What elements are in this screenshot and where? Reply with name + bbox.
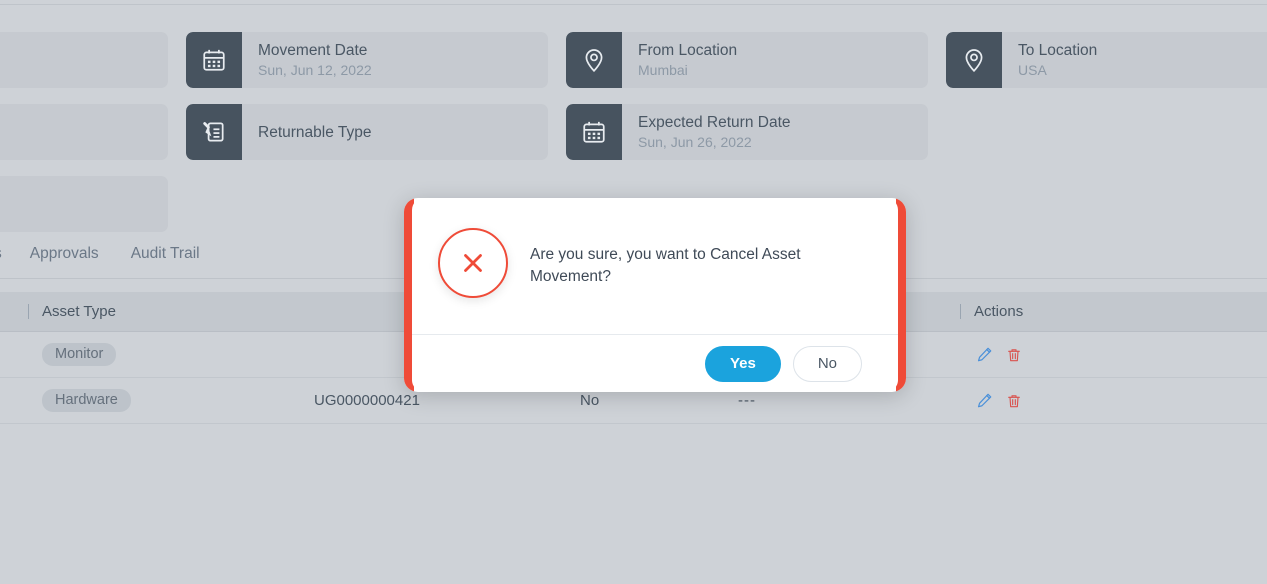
- asset-type-badge: Hardware: [42, 389, 131, 412]
- calendar-icon: [566, 104, 622, 160]
- card-movement-date: Movement Date Sun, Jun 12, 2022: [186, 32, 548, 88]
- map-pin-icon: [946, 32, 1002, 88]
- card-from-location: From Location Mumbai: [566, 32, 928, 88]
- trash-icon[interactable]: [1004, 391, 1024, 411]
- card-from-location-body: From Location Mumbai: [622, 32, 737, 88]
- card-title: Expected Return Date: [638, 114, 791, 131]
- card-title: Movement Date: [258, 42, 368, 59]
- trash-icon[interactable]: [1004, 345, 1024, 365]
- card-movement-date-body: Movement Date Sun, Jun 12, 2022: [242, 32, 372, 88]
- card-subtitle: USA: [1018, 62, 1047, 78]
- card-subtitle: Mumbai: [638, 62, 688, 78]
- dialog-footer: Yes No: [412, 334, 898, 392]
- dialog-message: Are you sure, you want to Cancel Asset M…: [530, 246, 801, 285]
- movement-info-cards: Movement Date Sun, Jun 12, 2022 From Loc…: [0, 32, 1267, 232]
- card-to-location: To Location USA: [946, 32, 1267, 88]
- top-divider: [0, 4, 1267, 5]
- confirm-yes-button[interactable]: Yes: [704, 345, 781, 382]
- app-screen: Movement Date Sun, Jun 12, 2022 From Loc…: [0, 0, 1267, 584]
- column-header-asset-type: Asset Type: [26, 292, 298, 331]
- x-circle-icon: [438, 228, 508, 298]
- card-clipped-left-1: [0, 32, 168, 88]
- pencil-icon[interactable]: [974, 345, 994, 365]
- card-title: From Location: [638, 42, 738, 59]
- card-expected-return-date-body: Expected Return Date Sun, Jun 26, 2022: [622, 104, 791, 160]
- cell-asset-name: [0, 332, 26, 377]
- card-title: To Location: [1018, 42, 1098, 59]
- cancel-confirmation-dialog: Are you sure, you want to Cancel Asset M…: [404, 198, 906, 392]
- card-clipped-left-2: [0, 104, 168, 160]
- calendar-icon: [186, 32, 242, 88]
- cell-asset-type: Hardware: [26, 378, 298, 423]
- card-returnable-type: Returnable Type: [186, 104, 548, 160]
- card-subtitle: Sun, Jun 26, 2022: [638, 134, 752, 150]
- cell-asset-name: et: [0, 378, 26, 423]
- pencil-icon[interactable]: [974, 391, 994, 411]
- map-pin-icon: [566, 32, 622, 88]
- tab-audit-trail[interactable]: Audit Trail: [115, 239, 216, 269]
- tab-clipped[interactable]: s: [0, 239, 14, 269]
- card-clipped-left-3: [0, 176, 168, 232]
- card-expected-return-date: Expected Return Date Sun, Jun 26, 2022: [566, 104, 928, 160]
- asset-type-badge: Monitor: [42, 343, 117, 366]
- cancel-no-button[interactable]: No: [792, 345, 862, 382]
- document-pen-icon: [186, 104, 242, 160]
- card-to-location-body: To Location USA: [1002, 32, 1097, 88]
- tab-approvals[interactable]: Approvals: [14, 239, 115, 269]
- row-actions: [974, 391, 1024, 411]
- card-title: Returnable Type: [258, 123, 372, 141]
- cell-asset-type: Monitor: [26, 332, 298, 377]
- card-subtitle: Sun, Jun 12, 2022: [258, 62, 372, 78]
- column-header-actions: Actions: [958, 292, 1078, 331]
- row-actions: [974, 345, 1024, 365]
- column-header-asset-name: [0, 292, 26, 331]
- card-returnable-type-body: Returnable Type: [242, 104, 371, 160]
- cell-actions: [958, 332, 1078, 377]
- dialog-body: Are you sure, you want to Cancel Asset M…: [412, 198, 898, 334]
- cell-actions: [958, 378, 1078, 423]
- dialog-content: Are you sure, you want to Cancel Asset M…: [412, 198, 898, 392]
